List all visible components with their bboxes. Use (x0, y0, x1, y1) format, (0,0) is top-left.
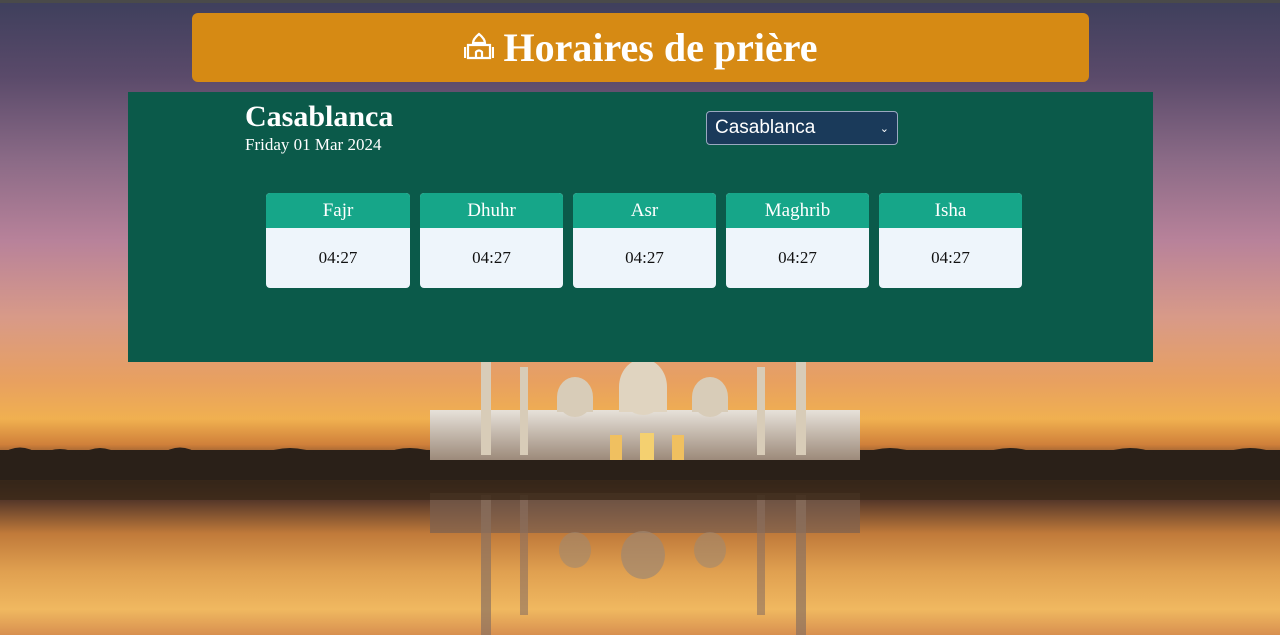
prayer-card-dhuhr: Dhuhr 04:27 (420, 193, 563, 288)
prayer-card-asr: Asr 04:27 (573, 193, 716, 288)
prayer-time: 04:27 (472, 248, 511, 267)
mosque-icon (463, 32, 494, 59)
prayer-card-maghrib: Maghrib 04:27 (726, 193, 869, 288)
prayer-time: 04:27 (625, 248, 664, 267)
prayer-time: 04:27 (931, 248, 970, 267)
city-select-value: Casablanca (715, 117, 816, 138)
prayer-panel: Casablanca Friday 01 Mar 2024 Casablanca… (128, 92, 1153, 362)
mosque-scene (0, 359, 1280, 635)
chevron-down-icon: ⌄ (879, 122, 889, 135)
prayer-time: 04:27 (778, 248, 817, 267)
city-select[interactable]: Casablanca ⌄ (706, 111, 898, 145)
prayer-card-isha: Isha 04:27 (879, 193, 1022, 288)
prayer-time: 04:27 (318, 248, 358, 267)
prayer-name: Fajr (266, 193, 410, 228)
page-title: Horaires de prière (503, 25, 818, 70)
city-name: Casablanca (245, 100, 394, 133)
prayer-name: Asr (573, 193, 716, 228)
date-label: Friday 01 Mar 2024 (245, 135, 382, 154)
prayer-card-fajr: Fajr 04:27 (266, 193, 410, 288)
prayer-name: Dhuhr (420, 193, 563, 228)
prayer-name: Isha (879, 193, 1022, 228)
prayer-name: Maghrib (726, 193, 869, 228)
title-bar: Horaires de prière (192, 13, 1089, 82)
top-strip (0, 0, 1280, 3)
prayer-cards: Fajr 04:27 Dhuhr 04:27 Asr 04:27 Maghrib… (266, 193, 1022, 288)
